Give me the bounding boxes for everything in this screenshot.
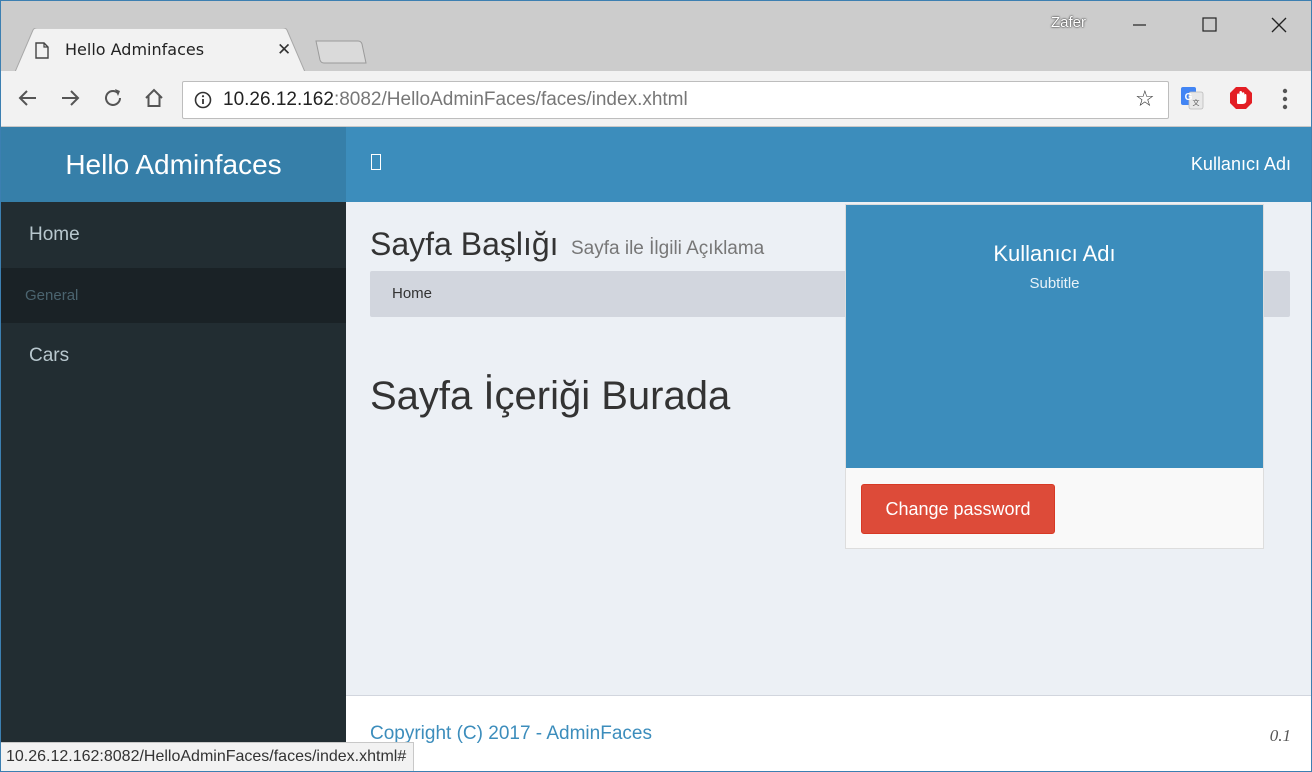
new-tab-button[interactable]: [314, 39, 368, 65]
sidebar-item-cars[interactable]: Cars: [1, 323, 346, 389]
navbar-user-menu[interactable]: Kullanıcı Adı: [1191, 154, 1291, 175]
browser-tab[interactable]: Hello Adminfaces ✕: [15, 28, 306, 72]
back-icon[interactable]: [17, 87, 39, 109]
sidebar-item-home[interactable]: Home: [1, 202, 346, 268]
svg-text:G: G: [1185, 92, 1193, 103]
url-host: 10.26.12.162: [223, 89, 334, 110]
page-title: Sayfa Başlığı: [370, 226, 559, 262]
reload-icon[interactable]: [102, 87, 124, 109]
svg-text:文: 文: [1193, 98, 1200, 107]
user-name: Kullanıcı Adı: [993, 241, 1116, 266]
bookmark-star-icon[interactable]: ☆: [1135, 87, 1155, 112]
window-profile-name[interactable]: Zafer: [1051, 14, 1086, 31]
sidebar-header-general: General: [1, 268, 346, 323]
browser-window: Hello Adminfaces ✕ Zafer 10.26.12.162:80…: [0, 0, 1312, 772]
minimize-icon[interactable]: [1116, 11, 1162, 39]
forward-icon[interactable]: [59, 87, 81, 109]
tab-title: Hello Adminfaces: [65, 40, 205, 59]
change-password-button[interactable]: Change password: [861, 484, 1055, 534]
document-icon: [35, 42, 49, 59]
adblock-icon[interactable]: [1229, 86, 1253, 110]
sidebar-item-label: Cars: [29, 345, 70, 366]
user-subtitle: Subtitle: [1029, 275, 1080, 292]
tab-strip: Hello Adminfaces ✕ Zafer: [1, 1, 1311, 72]
sidebar-item-label: Home: [29, 224, 80, 245]
app-logo[interactable]: Hello Adminfaces: [1, 127, 346, 202]
address-bar[interactable]: 10.26.12.162:8082/HelloAdminFaces/faces/…: [182, 81, 1169, 119]
maximize-icon[interactable]: [1186, 11, 1232, 39]
browser-toolbar: 10.26.12.162:8082/HelloAdminFaces/faces/…: [1, 71, 1311, 127]
google-translate-icon[interactable]: G 文: [1180, 86, 1204, 110]
page-subtitle: Sayfa ile İlgili Açıklama: [571, 238, 765, 259]
url-path: :8082/HelloAdminFaces/faces/index.xhtml: [333, 89, 688, 110]
page-content-text: Sayfa İçeriği Burada: [370, 374, 731, 418]
sidebar: Home General Cars: [1, 202, 346, 771]
tab-close-icon[interactable]: ✕: [277, 40, 291, 60]
version-label: 0.1: [1269, 726, 1291, 745]
sidebar-toggle-icon[interactable]: [371, 154, 381, 170]
footer: Copyright (C) 2017 - AdminFaces 0.1: [346, 695, 1311, 771]
sidebar-header-label: General: [25, 287, 79, 304]
breadcrumb-home-link[interactable]: Home: [392, 285, 432, 302]
home-icon[interactable]: [143, 87, 165, 109]
close-window-icon[interactable]: [1256, 11, 1302, 39]
info-icon[interactable]: [194, 91, 212, 109]
url-text[interactable]: 10.26.12.162:8082/HelloAdminFaces/faces/…: [223, 89, 688, 111]
menu-kebab-icon[interactable]: [1277, 88, 1293, 110]
status-bar-url: 10.26.12.162:8082/HelloAdminFaces/faces/…: [1, 742, 415, 771]
user-header: Kullanıcı Adı Subtitle: [846, 205, 1263, 468]
user-dropdown: Kullanıcı Adı Subtitle Change password: [845, 204, 1264, 549]
top-navbar: Kullanıcı Adı: [346, 127, 1311, 202]
